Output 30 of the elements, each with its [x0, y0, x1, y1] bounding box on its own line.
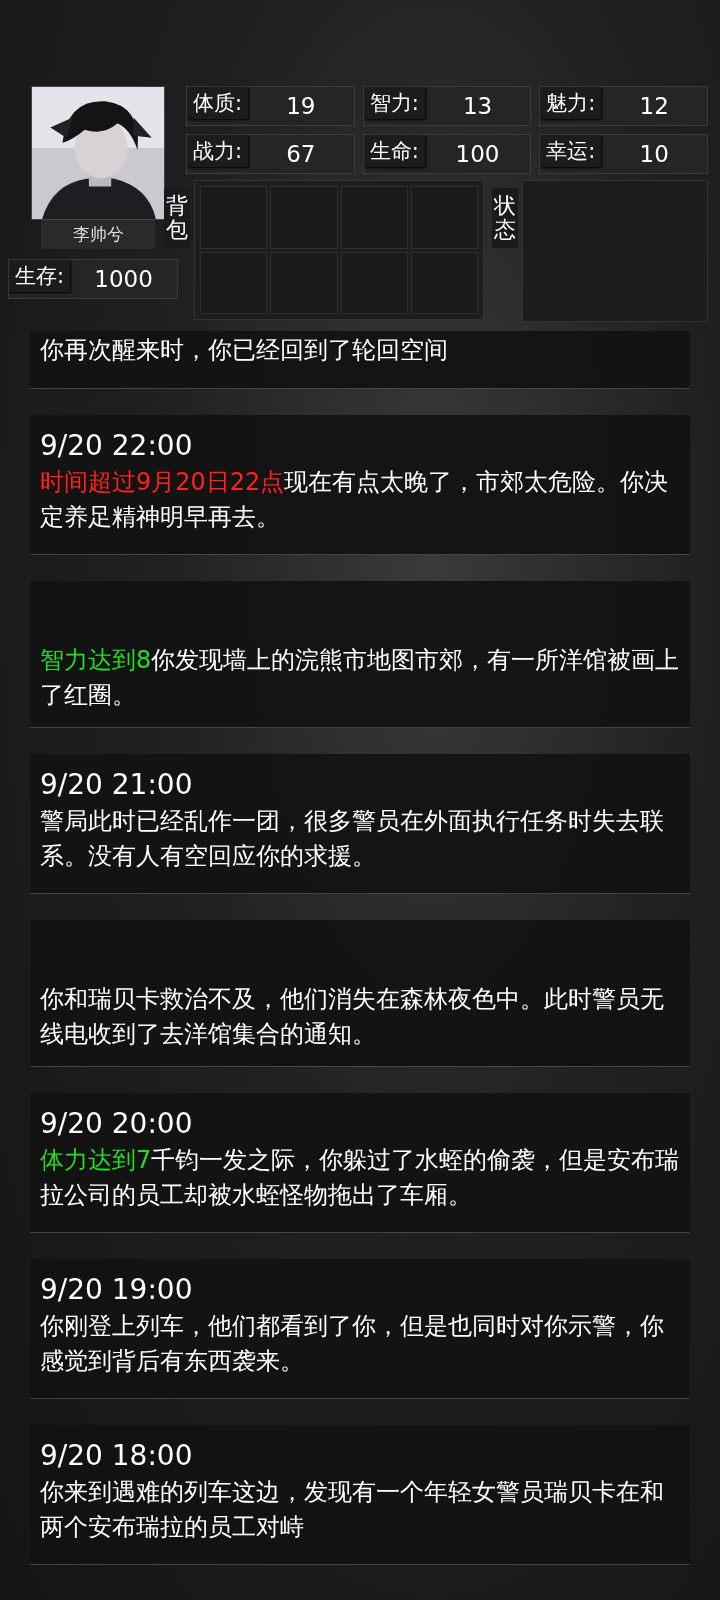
- stat-value: 12: [638, 93, 670, 119]
- log-text: 体力达到7千钧一发之际，你躲过了水蛭的偷袭，但是安布瑞拉公司的员工却被水蛭怪物拖出了车厢。: [40, 1145, 680, 1211]
- log-text: 你再次醒来时，你已经回到了轮回空间: [40, 335, 449, 366]
- log-time: 9/20 20:00: [40, 1106, 194, 1142]
- character-name: 李帅兮: [41, 220, 155, 249]
- log-text: 警局此时已经乱作一团，很多警员在外面执行任务时失去联系。没有人有空回应你的求援。: [40, 806, 665, 872]
- stat-value: 67: [285, 141, 317, 167]
- log-text: 你刚登上列车，他们都看到了你，但是也同时对你示警，你感觉到背后有东西袭来。: [40, 1311, 665, 1377]
- stat-label: 魅力:: [540, 87, 602, 119]
- stat-label: 生存:: [9, 260, 71, 292]
- log-time: 9/20 18:00: [40, 1438, 194, 1474]
- log-text: 你和瑞贝卡救治不及，他们消失在森林夜色中。此时警员无线电收到了去洋馆集合的通知。: [40, 984, 665, 1050]
- stat-label: 生命:: [363, 135, 425, 167]
- stat-label: 体质:: [187, 87, 249, 119]
- stat-value: 1000: [93, 266, 154, 292]
- stat-value: 19: [285, 93, 317, 119]
- log-text: 你来到遇难的列车这边，发现有一个年轻女警员瑞贝卡在和两个安布瑞拉的员工对峙: [40, 1477, 665, 1543]
- stat-value: 100: [454, 141, 501, 167]
- status-tab[interactable]: 状态: [492, 188, 518, 249]
- stat-value: 10: [638, 141, 670, 167]
- log-time: 9/20 21:00: [40, 767, 194, 803]
- log-text: 时间超过9月20日22点现在有点太晚了，市郊太危险。你决定养足精神明早再去。: [40, 467, 670, 533]
- backpack-tab[interactable]: 背包: [164, 188, 190, 249]
- stat-label: 战力:: [187, 135, 249, 167]
- stat-label: 幸运:: [540, 135, 602, 167]
- stat-label: 智力:: [363, 87, 425, 119]
- log-time: 9/20 19:00: [40, 1272, 194, 1308]
- stat-value: 13: [461, 93, 494, 119]
- log-text: 智力达到8你发现墙上的浣熊市地图市郊，有一所洋馆被画上了红圈。: [40, 645, 680, 711]
- log-time: 9/20 22:00: [40, 428, 194, 464]
